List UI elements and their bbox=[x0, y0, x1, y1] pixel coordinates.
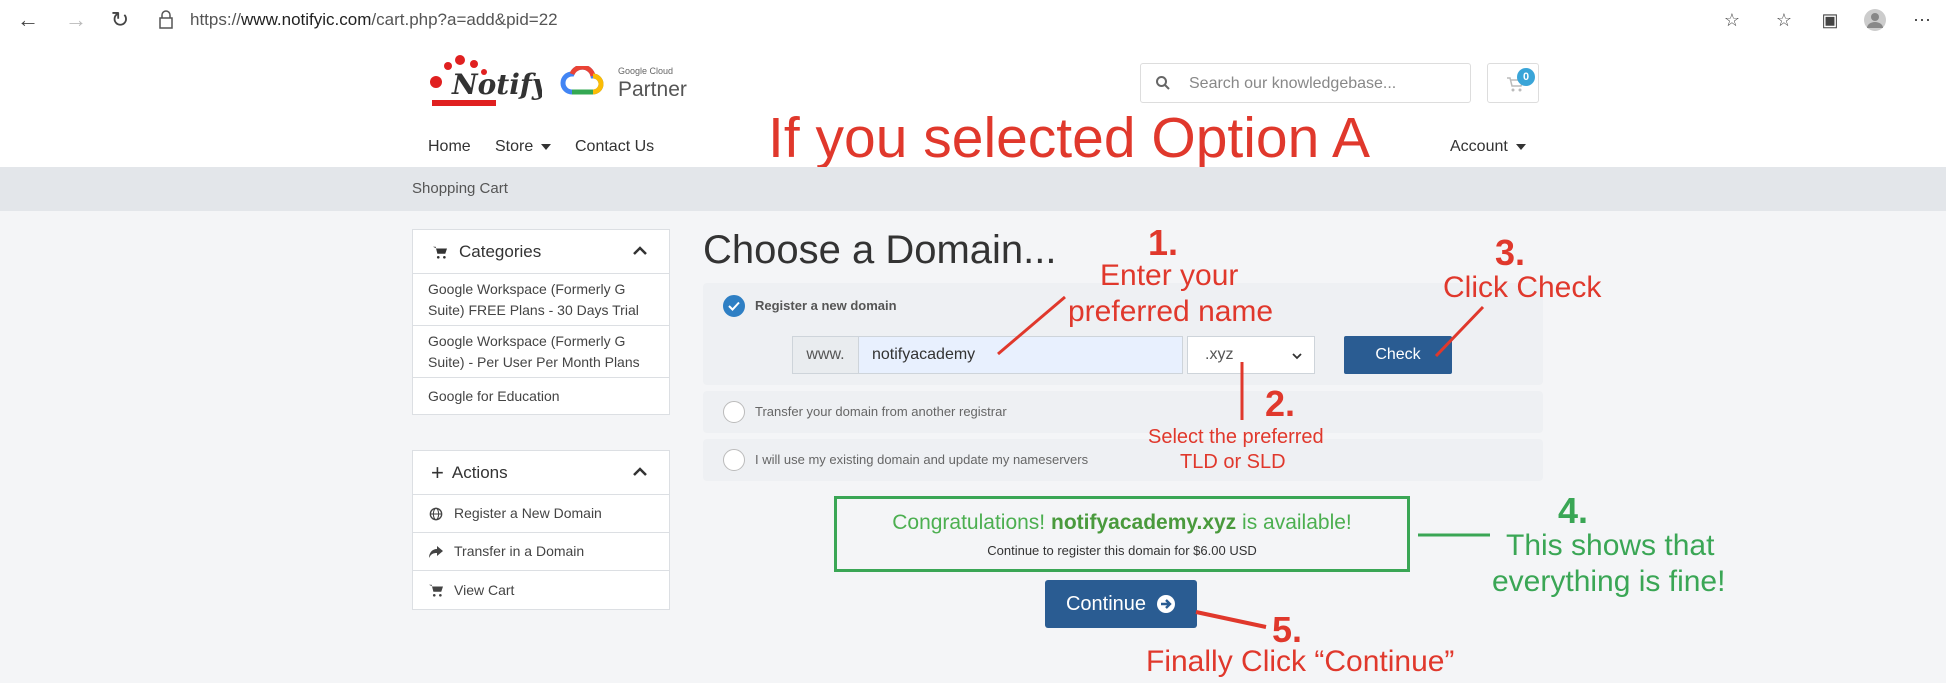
chevron-down-icon bbox=[1292, 353, 1302, 360]
categories-title: Categories bbox=[459, 241, 542, 261]
cart-icon bbox=[429, 584, 443, 597]
checkmark-icon bbox=[728, 301, 740, 311]
page-title: Choose a Domain... bbox=[703, 228, 1057, 272]
step3-number: 3. bbox=[1495, 232, 1526, 273]
plus-icon: + bbox=[431, 459, 444, 485]
globe-icon bbox=[429, 507, 443, 520]
more-menu-icon[interactable]: ⋯ bbox=[1910, 8, 1934, 32]
favorite-star-icon[interactable]: ☆ bbox=[1720, 8, 1744, 32]
step5-text: Finally Click “Continue” bbox=[1146, 645, 1455, 678]
notify-logo[interactable]: Notify bbox=[422, 52, 542, 114]
availability-message: Congratulations! notifyacademy.xyz is av… bbox=[834, 496, 1410, 572]
nav-contact[interactable]: Contact Us bbox=[575, 138, 654, 156]
register-radio[interactable] bbox=[723, 295, 745, 317]
availability-price: Continue to register this domain for $6.… bbox=[987, 543, 1257, 558]
chevron-up-icon[interactable] bbox=[633, 246, 647, 256]
partner-label: Partner bbox=[618, 78, 687, 101]
browser-toolbar: ← → ↻ https://www.notifyic.com/cart.php?… bbox=[0, 0, 1946, 40]
category-item[interactable]: Google Workspace (Formerly G Suite) FREE… bbox=[413, 274, 669, 326]
step1-line2: preferred name bbox=[1068, 295, 1274, 328]
search-input[interactable] bbox=[1189, 72, 1459, 96]
google-cloud-icon bbox=[560, 66, 604, 95]
step4-number: 4. bbox=[1558, 490, 1589, 531]
profile-avatar-icon[interactable] bbox=[1863, 8, 1887, 32]
step4-line1: This shows that bbox=[1506, 529, 1715, 562]
category-item[interactable]: Google for Education bbox=[413, 378, 669, 414]
share-arrow-icon bbox=[429, 545, 443, 558]
forward-icon[interactable]: → bbox=[62, 6, 90, 34]
tld-select[interactable]: .xyz bbox=[1187, 336, 1315, 374]
svg-text:Notify: Notify bbox=[451, 68, 542, 101]
transfer-radio[interactable] bbox=[723, 401, 745, 423]
www-prefix: www. bbox=[792, 336, 859, 374]
action-view-cart[interactable]: View Cart bbox=[413, 571, 669, 609]
partner-small-label: Google Cloud bbox=[618, 66, 674, 76]
check-button[interactable]: Check bbox=[1344, 336, 1452, 374]
step1-line1: Enter your bbox=[1100, 259, 1239, 292]
chevron-down-icon bbox=[541, 143, 552, 150]
register-label: Register a new domain bbox=[755, 298, 897, 313]
search-icon bbox=[1156, 76, 1170, 90]
step4-line2: everything is fine! bbox=[1492, 565, 1726, 598]
actions-panel: + Actions Register a New Domain Transfer… bbox=[412, 450, 670, 610]
action-transfer-domain[interactable]: Transfer in a Domain bbox=[413, 533, 669, 571]
favorites-list-icon[interactable]: ☆ bbox=[1772, 8, 1796, 32]
chevron-down-icon bbox=[1515, 143, 1526, 150]
action-register-domain[interactable]: Register a New Domain bbox=[413, 495, 669, 533]
address-bar[interactable]: https://www.notifyic.com/cart.php?a=add&… bbox=[190, 10, 558, 30]
continue-button[interactable]: Continue bbox=[1045, 580, 1197, 628]
category-item[interactable]: Google Workspace (Formerly G Suite) - Pe… bbox=[413, 326, 669, 378]
step2-line1: Select the preferred bbox=[1148, 426, 1324, 448]
back-icon[interactable]: ← bbox=[14, 6, 42, 34]
transfer-option[interactable]: Transfer your domain from another regist… bbox=[703, 391, 1543, 433]
availability-headline: Congratulations! notifyacademy.xyz is av… bbox=[892, 511, 1352, 534]
arrow-circle-right-icon bbox=[1157, 595, 1176, 613]
cart-button[interactable]: 0 bbox=[1487, 63, 1539, 103]
existing-label: I will use my existing domain and update… bbox=[755, 452, 1089, 467]
action-label: Transfer in a Domain bbox=[454, 543, 585, 559]
existing-radio[interactable] bbox=[723, 449, 745, 471]
transfer-label: Transfer your domain from another regist… bbox=[755, 404, 1007, 419]
refresh-icon[interactable]: ↻ bbox=[106, 6, 134, 34]
step2-line2: TLD or SLD bbox=[1180, 451, 1286, 473]
domain-name-input[interactable]: notifyacademy bbox=[859, 336, 1183, 374]
tutorial-headline: If you selected Option A bbox=[768, 106, 1371, 170]
nav-account-label: Account bbox=[1450, 138, 1508, 155]
breadcrumb: Shopping Cart bbox=[0, 167, 1946, 211]
step2-number: 2. bbox=[1265, 383, 1296, 424]
breadcrumb-label: Shopping Cart bbox=[412, 180, 508, 197]
knowledgebase-search[interactable] bbox=[1140, 63, 1471, 103]
nav-store[interactable]: Store bbox=[495, 138, 552, 156]
nav-account[interactable]: Account bbox=[1450, 138, 1526, 156]
action-label: Register a New Domain bbox=[454, 505, 602, 521]
continue-label: Continue bbox=[1065, 592, 1147, 615]
tld-value: .xyz bbox=[1205, 346, 1234, 363]
cart-count-badge: 0 bbox=[1517, 68, 1535, 86]
lock-icon bbox=[159, 10, 173, 29]
step1-number: 1. bbox=[1148, 222, 1179, 263]
collections-icon[interactable]: ▣ bbox=[1818, 8, 1842, 32]
cart-icon bbox=[433, 246, 447, 259]
categories-panel: Categories Google Workspace (Formerly G … bbox=[412, 229, 670, 415]
existing-option[interactable]: I will use my existing domain and update… bbox=[703, 439, 1543, 481]
chevron-up-icon[interactable] bbox=[633, 467, 647, 477]
action-label: View Cart bbox=[454, 581, 515, 598]
categories-header[interactable]: Categories bbox=[413, 230, 669, 274]
available-domain: notifyacademy.xyz bbox=[1051, 511, 1237, 534]
google-cloud-partner-badge: Google Cloud Partner bbox=[560, 62, 700, 106]
actions-title: Actions bbox=[451, 462, 508, 482]
step3-text: Click Check bbox=[1443, 271, 1602, 304]
nav-home[interactable]: Home bbox=[428, 138, 471, 156]
actions-header[interactable]: + Actions bbox=[413, 451, 669, 495]
nav-store-label: Store bbox=[495, 138, 534, 155]
